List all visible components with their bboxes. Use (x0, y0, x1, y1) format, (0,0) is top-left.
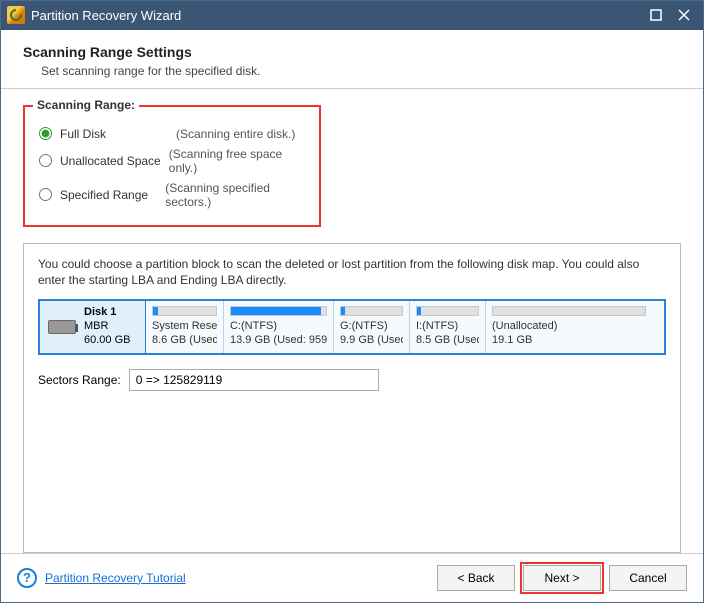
page-title: Scanning Range Settings (23, 44, 681, 60)
radio-label: Full Disk (60, 127, 176, 141)
sectors-input[interactable] (129, 369, 379, 391)
usage-bar (152, 306, 217, 316)
radio-unallocated-input[interactable] (39, 154, 52, 167)
disk-map: Disk 1 MBR 60.00 GB System Reser8.6 GB (… (38, 299, 666, 355)
maximize-button[interactable] (649, 8, 663, 22)
radio-desc: (Scanning free space only.) (169, 147, 305, 175)
titlebar: Partition Recovery Wizard (1, 1, 703, 30)
disk-panel: You could choose a partition block to sc… (23, 243, 681, 553)
usage-bar (416, 306, 479, 316)
cancel-button[interactable]: Cancel (609, 565, 687, 591)
usage-bar (492, 306, 646, 316)
scanning-range-legend: Scanning Range: (33, 98, 139, 112)
partition-detail: 13.9 GB (Used: 959 (230, 334, 327, 348)
disk-scheme: MBR (84, 320, 108, 332)
partition-block[interactable]: C:(NTFS)13.9 GB (Used: 959 (224, 301, 334, 353)
help-icon[interactable]: ? (17, 568, 37, 588)
radio-specified-input[interactable] (39, 188, 52, 201)
page-header: Scanning Range Settings Set scanning ran… (1, 30, 703, 89)
page-subtitle: Set scanning range for the specified dis… (41, 64, 681, 78)
partition-name: C:(NTFS) (230, 320, 327, 334)
radio-label: Specified Range (60, 188, 165, 202)
usage-bar (230, 306, 327, 316)
partition-block[interactable]: G:(NTFS)9.9 GB (Used (334, 301, 410, 353)
partition-name: G:(NTFS) (340, 320, 403, 334)
radio-full-disk[interactable]: Full Disk (Scanning entire disk.) (39, 127, 305, 141)
partition-detail: 9.9 GB (Used (340, 334, 403, 348)
disk-name: Disk 1 (84, 306, 116, 318)
radio-full-disk-input[interactable] (39, 127, 52, 140)
app-icon (7, 6, 25, 24)
disk-size: 60.00 GB (84, 334, 130, 346)
partition-block[interactable]: System Reser8.6 GB (Used: (146, 301, 224, 353)
scanning-range-group: Scanning Range: Full Disk (Scanning enti… (23, 105, 321, 227)
partition-detail: 8.5 GB (Used (416, 334, 479, 348)
disk-icon (48, 320, 76, 334)
partition-name: I:(NTFS) (416, 320, 479, 334)
wizard-window: Partition Recovery Wizard Scanning Range… (0, 0, 704, 603)
partitions-container: System Reser8.6 GB (Used:C:(NTFS)13.9 GB… (146, 301, 664, 353)
partition-block[interactable]: (Unallocated)19.1 GB (486, 301, 652, 353)
close-button[interactable] (677, 8, 691, 22)
window-controls (649, 8, 697, 22)
window-title: Partition Recovery Wizard (31, 8, 649, 23)
panel-note: You could choose a partition block to sc… (38, 256, 666, 290)
partition-detail: 8.6 GB (Used: (152, 334, 217, 348)
radio-desc: (Scanning specified sectors.) (165, 181, 305, 209)
footer-buttons: < Back Next > Cancel (437, 565, 687, 591)
usage-bar (340, 306, 403, 316)
disk-info[interactable]: Disk 1 MBR 60.00 GB (40, 301, 146, 353)
partition-name: (Unallocated) (492, 320, 646, 334)
next-button[interactable]: Next > (523, 565, 601, 591)
partition-block[interactable]: I:(NTFS)8.5 GB (Used (410, 301, 486, 353)
back-button[interactable]: < Back (437, 565, 515, 591)
help-area: ? Partition Recovery Tutorial (17, 568, 186, 588)
partition-name: System Reser (152, 320, 217, 334)
content-area: Scanning Range: Full Disk (Scanning enti… (1, 89, 703, 553)
partition-detail: 19.1 GB (492, 334, 646, 348)
radio-label: Unallocated Space (60, 154, 169, 168)
sectors-label: Sectors Range: (38, 373, 121, 387)
footer: ? Partition Recovery Tutorial < Back Nex… (1, 553, 703, 602)
sectors-range-row: Sectors Range: (38, 369, 666, 391)
radio-desc: (Scanning entire disk.) (176, 127, 295, 141)
radio-specified[interactable]: Specified Range (Scanning specified sect… (39, 181, 305, 209)
radio-unallocated[interactable]: Unallocated Space (Scanning free space o… (39, 147, 305, 175)
help-link[interactable]: Partition Recovery Tutorial (45, 571, 186, 585)
